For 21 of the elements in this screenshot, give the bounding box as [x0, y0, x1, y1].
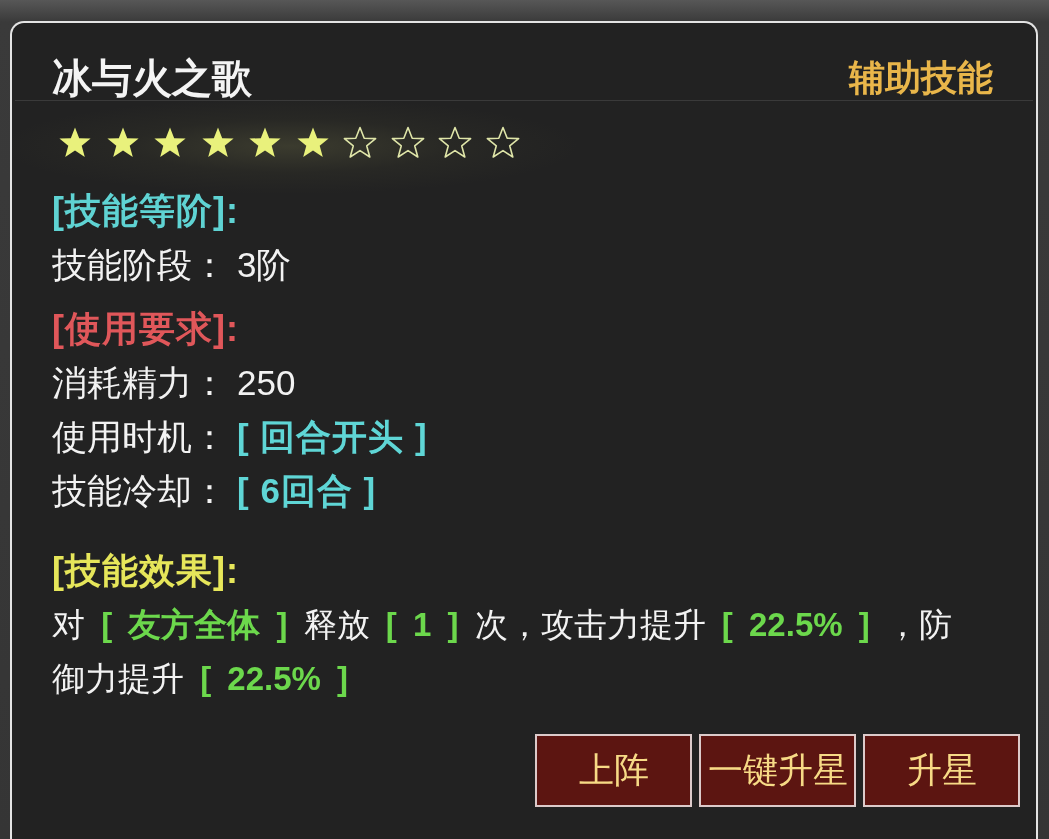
- star-icon: [390, 125, 425, 159]
- effect-text: 对 [ 友方全体 ] 释放 [ 1 ] 次，攻击力提升 [ 22.5% ] ，防御力提升 [ 22.5% ]: [52, 605, 953, 699]
- action-button[interactable]: 上阵: [535, 734, 692, 807]
- row-value: 3阶: [237, 244, 292, 286]
- row-value: 250: [237, 362, 296, 404]
- row-label: 使用时机：: [52, 416, 227, 458]
- row-label: 消耗精力：: [52, 362, 227, 404]
- star-icon: [438, 125, 472, 159]
- row-label: 技能阶段：: [52, 244, 227, 286]
- section-heading: [技能等阶]:: [52, 189, 239, 233]
- row-value: [ 6回合 ]: [237, 470, 377, 512]
- section-heading: [使用要求]:: [52, 307, 239, 351]
- section-heading: [技能效果]:: [52, 549, 239, 593]
- row-value: [ 回合开头 ]: [237, 416, 428, 458]
- star-icon: [485, 125, 520, 159]
- action-button[interactable]: 升星: [863, 734, 1020, 807]
- skill-name: 冰与火之歌: [52, 58, 252, 98]
- row-label: 技能冷却：: [52, 470, 227, 512]
- star-icon: [343, 125, 377, 159]
- skill-type-label: 辅助技能: [849, 58, 993, 98]
- action-button[interactable]: 一键升星: [699, 734, 856, 807]
